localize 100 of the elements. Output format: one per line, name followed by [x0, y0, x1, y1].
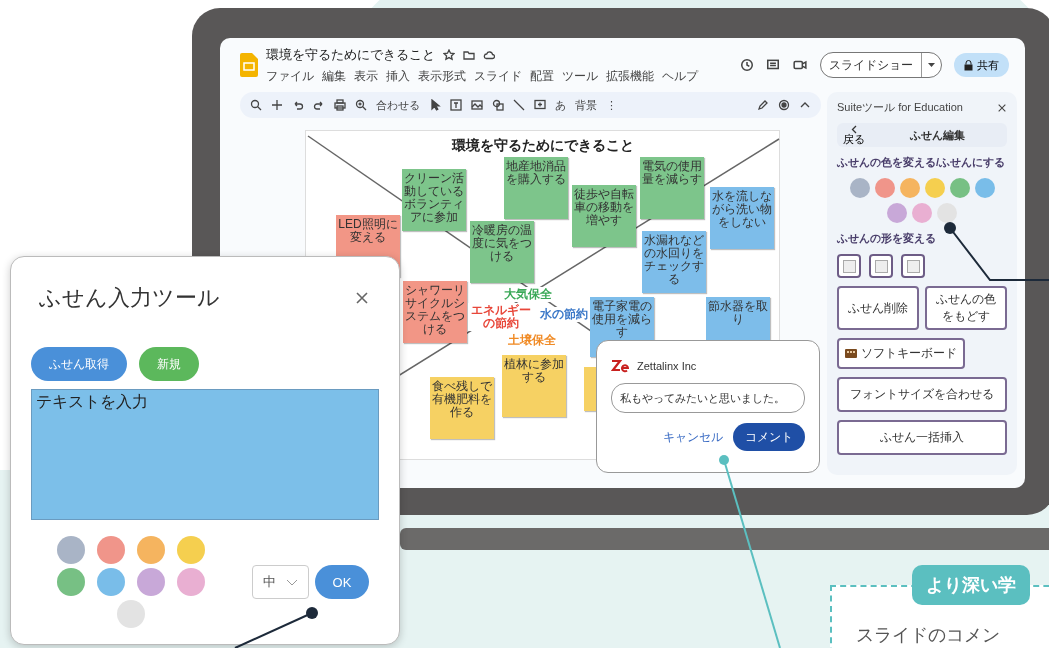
menu-item[interactable]: 編集 — [322, 67, 346, 85]
menu-item[interactable]: ツール — [562, 67, 598, 85]
shape-button[interactable] — [869, 254, 893, 278]
sticky-note[interactable]: クリーン活動しているボランティアに参加 — [402, 169, 466, 231]
panel-button[interactable]: ふせん一括挿入 — [837, 420, 1007, 455]
color-swatch[interactable] — [57, 536, 85, 564]
history-icon[interactable] — [740, 58, 754, 72]
redo-icon[interactable] — [313, 99, 325, 111]
chevron-down-icon — [286, 578, 298, 586]
sticky-note[interactable]: 植林に参加する — [502, 355, 566, 417]
color-swatch[interactable] — [97, 568, 125, 596]
company-logo-icon — [611, 359, 629, 373]
pen-icon[interactable] — [757, 99, 769, 111]
color-swatch[interactable] — [117, 600, 145, 628]
record-icon[interactable] — [778, 99, 790, 111]
folder-icon[interactable] — [463, 48, 475, 61]
menu-item[interactable]: 表示形式 — [418, 67, 466, 85]
back-button[interactable]: 戻る — [843, 125, 865, 145]
caret-icon[interactable] — [928, 62, 935, 68]
menu-item[interactable]: 拡張機能 — [606, 67, 654, 85]
section-label: ふせんの色を変える/ふせんにする — [837, 155, 1007, 170]
menu-item[interactable]: 挿入 — [386, 67, 410, 85]
category-label: エネルギーの節約 — [468, 303, 534, 331]
color-swatch[interactable] — [137, 536, 165, 564]
zoom-select[interactable]: 合わせる — [376, 97, 420, 113]
sticky-note[interactable]: シャワーリサイクルシステムをつける — [403, 281, 467, 343]
image-icon[interactable] — [471, 99, 483, 111]
more-button[interactable]: ⋮ — [606, 98, 617, 112]
color-swatch[interactable] — [899, 178, 920, 198]
sticky-note[interactable]: 徒歩や自転車の移動を増やす — [572, 185, 636, 247]
menu-item[interactable]: スライド — [474, 67, 522, 85]
cursor-icon[interactable] — [429, 99, 441, 111]
panel-heading: ふせん編集 — [908, 127, 966, 143]
cancel-button[interactable]: キャンセル — [657, 427, 729, 447]
star-icon[interactable] — [443, 48, 455, 61]
panel-button[interactable]: ふせんの色をもどす — [925, 286, 1007, 330]
add-comment-icon[interactable] — [534, 99, 546, 111]
callout-text: スライドのコメン — [856, 624, 1000, 646]
background-button[interactable]: 背景 — [575, 97, 597, 113]
shape-button[interactable] — [837, 254, 861, 278]
close-icon[interactable] — [997, 102, 1007, 113]
panel-button[interactable]: ふせん削除 — [837, 286, 919, 330]
color-swatch[interactable] — [924, 178, 945, 198]
color-swatch[interactable] — [57, 568, 85, 596]
color-swatch[interactable] — [97, 536, 125, 564]
comment-icon[interactable] — [766, 58, 780, 72]
input-mode-button[interactable]: あ — [555, 97, 566, 113]
color-swatch[interactable] — [849, 178, 870, 198]
shape-button[interactable] — [901, 254, 925, 278]
comment-field[interactable]: 私もやってみたいと思いました。 — [611, 383, 805, 413]
panel-title: Suiteツール for Education — [837, 100, 963, 115]
close-icon[interactable] — [355, 291, 369, 305]
keyboard-button[interactable]: ソフトキーボード — [837, 338, 965, 369]
slides-logo-icon — [240, 53, 258, 77]
dialog-title: ふせん入力ツール — [39, 284, 220, 312]
menu-item[interactable]: 配置 — [530, 67, 554, 85]
undo-icon[interactable] — [292, 99, 304, 111]
author-name: Zettalinx Inc — [637, 360, 697, 372]
keyboard-icon — [845, 349, 857, 358]
sticky-note[interactable]: 水を流しながら洗い物をしない — [710, 187, 774, 249]
text-input-field[interactable]: テキストを入力 — [31, 389, 379, 520]
zoom-icon[interactable] — [355, 99, 367, 111]
sticky-note[interactable]: 冷暖房の温度に気をつける — [470, 221, 534, 283]
panel-button[interactable]: フォントサイズを合わせる — [837, 377, 1007, 412]
chevron-left-icon — [851, 125, 857, 134]
print-icon[interactable] — [334, 99, 346, 111]
color-swatch[interactable] — [874, 178, 895, 198]
color-swatch[interactable] — [949, 178, 970, 198]
cloud-icon[interactable] — [483, 48, 495, 61]
color-swatch[interactable] — [887, 203, 907, 223]
size-select[interactable]: 中 — [252, 565, 309, 599]
color-swatch[interactable] — [937, 203, 957, 223]
plus-icon[interactable] — [271, 99, 283, 111]
lock-icon — [964, 59, 973, 71]
search-icon[interactable] — [250, 99, 262, 111]
sticky-note[interactable]: 水漏れなどの水回りをチェックする — [642, 231, 706, 293]
color-swatch[interactable] — [912, 203, 932, 223]
text-box-icon[interactable] — [450, 99, 462, 111]
menu-item[interactable]: ヘルプ — [662, 67, 698, 85]
menu-item[interactable]: 表示 — [354, 67, 378, 85]
shapes-icon[interactable] — [492, 99, 504, 111]
menu-item[interactable]: ファイル — [266, 67, 314, 85]
category-label: 水の節約 — [538, 307, 590, 322]
slideshow-button[interactable]: スライドショー — [820, 52, 942, 78]
sticky-note[interactable]: 食べ残しで有機肥料を作る — [430, 377, 494, 439]
color-swatch[interactable] — [974, 178, 995, 198]
line-icon[interactable] — [513, 99, 525, 111]
video-camera-icon[interactable] — [792, 58, 808, 72]
sticky-note[interactable]: 地産地消品を購入する — [504, 157, 568, 219]
color-swatch[interactable] — [177, 536, 205, 564]
color-swatch[interactable] — [137, 568, 165, 596]
document-title[interactable]: 環境を守るためにできること — [266, 45, 435, 64]
category-label: 土壌保全 — [506, 333, 558, 348]
section-label: ふせんの形を変える — [837, 231, 937, 246]
comment-button[interactable]: コメント — [733, 423, 805, 451]
color-swatch[interactable] — [177, 568, 205, 596]
share-button[interactable]: 共有 — [954, 53, 1009, 77]
sticky-note[interactable]: 電気の使用量を減らす — [640, 157, 704, 219]
slide-title: 環境を守るためにできること — [450, 137, 635, 155]
section-tag: より深い学 — [912, 565, 1030, 605]
